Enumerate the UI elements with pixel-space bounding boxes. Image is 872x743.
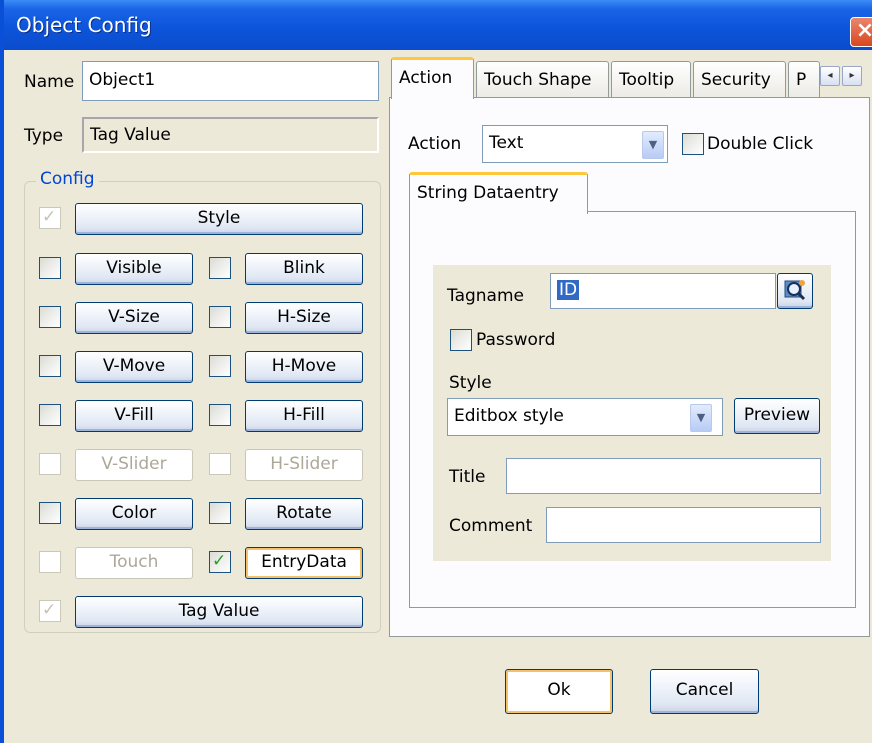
v-slider-button: V-Slider	[75, 449, 193, 481]
magnifier-icon	[783, 280, 807, 301]
tab-touch-shape[interactable]: Touch Shape	[476, 61, 609, 97]
tagname-value: ID	[557, 280, 580, 300]
subtab-string-dataentry[interactable]: String Dataentry	[409, 172, 588, 214]
touch-checkbox	[39, 551, 61, 573]
check-icon: ✓	[42, 207, 57, 227]
color-checkbox[interactable]	[39, 502, 61, 524]
chevron-down-icon[interactable]: ▼	[690, 404, 712, 432]
password-label[interactable]: Password	[476, 330, 555, 350]
h-size-checkbox[interactable]	[209, 306, 231, 328]
check-icon: ✓	[212, 551, 227, 571]
visible-checkbox[interactable]	[39, 257, 61, 279]
h-move-button[interactable]: H-Move	[245, 351, 363, 383]
v-size-checkbox[interactable]	[39, 306, 61, 328]
touch-button: Touch	[75, 547, 193, 579]
v-fill-checkbox[interactable]	[39, 404, 61, 426]
arrow-right-icon: ▸	[849, 70, 855, 81]
action-selected-value: Text	[489, 133, 524, 153]
cancel-button[interactable]: Cancel	[650, 669, 759, 714]
color-button[interactable]: Color	[75, 498, 193, 530]
v-move-checkbox[interactable]	[39, 355, 61, 377]
v-move-button[interactable]: V-Move	[75, 351, 193, 383]
rotate-button[interactable]: Rotate	[245, 498, 363, 530]
visible-button[interactable]: Visible	[75, 253, 193, 285]
tab-security[interactable]: Security	[693, 61, 786, 97]
chevron-down-icon[interactable]: ▼	[642, 131, 664, 159]
style-button[interactable]: Style	[75, 203, 363, 235]
tag-value-checkbox: ✓	[39, 600, 61, 622]
h-slider-checkbox	[209, 453, 231, 475]
name-input[interactable]: Object1	[82, 61, 379, 101]
password-checkbox[interactable]	[450, 329, 472, 351]
blink-button[interactable]: Blink	[245, 253, 363, 285]
window-title: Object Config	[16, 13, 152, 37]
comment-label: Comment	[449, 516, 533, 536]
style-selected-value: Editbox style	[454, 406, 564, 426]
name-label: Name	[24, 72, 75, 92]
v-fill-button[interactable]: V-Fill	[75, 400, 193, 432]
double-click-checkbox[interactable]	[682, 133, 704, 155]
title-bar[interactable]: Object Config ×	[4, 0, 872, 50]
double-click-label[interactable]: Double Click	[707, 134, 813, 154]
h-fill-checkbox[interactable]	[209, 404, 231, 426]
comment-input[interactable]	[546, 507, 821, 543]
title-label: Title	[449, 467, 486, 487]
style-select[interactable]: Editbox style	[447, 398, 723, 436]
tagname-label: Tagname	[447, 286, 524, 306]
preview-button[interactable]: Preview	[734, 398, 820, 434]
close-button[interactable]: ×	[850, 17, 872, 47]
style-label: Style	[449, 373, 492, 393]
tag-value-button[interactable]: Tag Value	[75, 596, 363, 628]
action-label: Action	[408, 134, 462, 154]
tagname-input[interactable]: ID	[550, 273, 776, 309]
entrydata-button[interactable]: EntryData	[245, 547, 363, 579]
h-slider-button: H-Slider	[245, 449, 363, 481]
rotate-checkbox[interactable]	[209, 502, 231, 524]
tab-action[interactable]: Action	[391, 57, 474, 99]
blink-checkbox[interactable]	[209, 257, 231, 279]
config-legend: Config	[36, 169, 99, 189]
style-checkbox: ✓	[39, 207, 61, 229]
tab-scroll-right-button[interactable]: ▸	[842, 66, 862, 86]
arrow-left-icon: ◂	[827, 70, 833, 81]
tab-tooltip[interactable]: Tooltip	[611, 61, 691, 97]
h-size-button[interactable]: H-Size	[245, 302, 363, 334]
v-size-button[interactable]: V-Size	[75, 302, 193, 334]
entrydata-checkbox[interactable]: ✓	[209, 551, 231, 573]
h-fill-button[interactable]: H-Fill	[245, 400, 363, 432]
h-move-checkbox[interactable]	[209, 355, 231, 377]
tag-browse-button[interactable]	[777, 273, 813, 309]
type-label: Type	[24, 126, 64, 146]
v-slider-checkbox	[39, 453, 61, 475]
tab-more[interactable]: P	[788, 61, 820, 97]
tab-scroll-left-button[interactable]: ◂	[820, 66, 840, 86]
title-input[interactable]	[506, 458, 821, 494]
close-icon: ×	[855, 18, 872, 43]
type-readonly-field: Tag Value	[82, 117, 379, 153]
object-config-dialog: Object Config × Name Object1 Type Tag Va…	[0, 0, 872, 743]
check-icon: ✓	[42, 600, 57, 620]
action-select[interactable]: Text	[482, 125, 668, 163]
ok-button[interactable]: Ok	[505, 669, 613, 714]
